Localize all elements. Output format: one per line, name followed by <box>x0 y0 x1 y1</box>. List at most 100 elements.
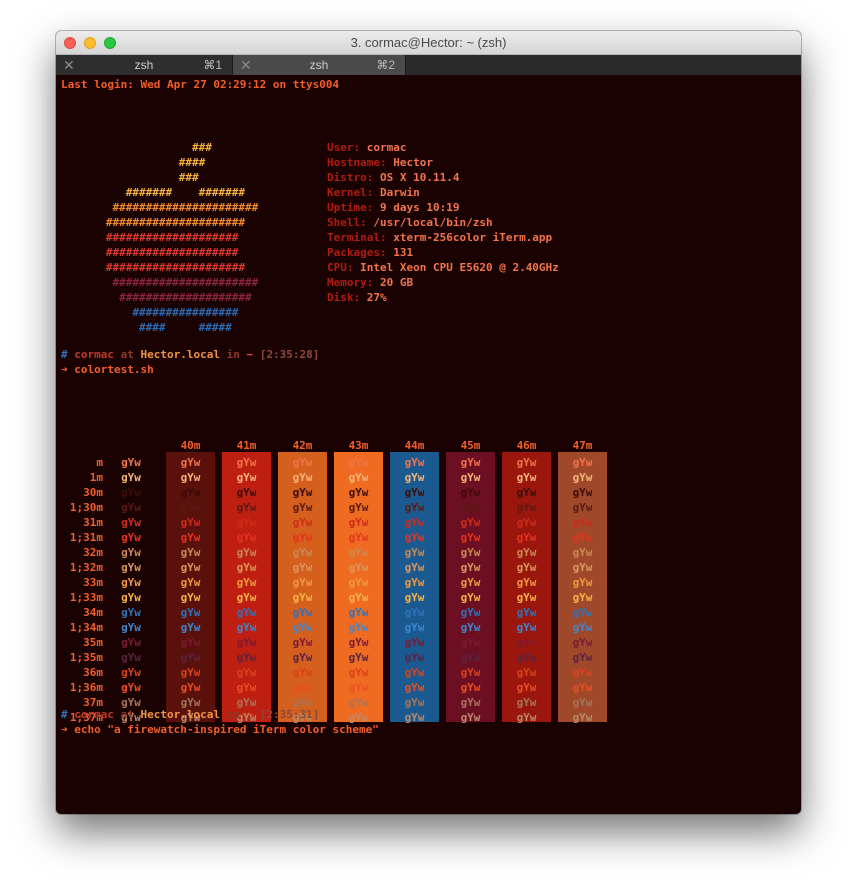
color-sample: gYw <box>348 546 369 559</box>
fg-row-label: 31m <box>83 516 103 529</box>
color-sample: gYw <box>572 681 593 694</box>
sysinfo-value: 20 GB <box>379 276 414 289</box>
color-sample: gYw <box>236 486 257 499</box>
color-sample: gYw <box>121 561 141 574</box>
color-sample: gYw <box>236 651 257 664</box>
prompt-host: Hector.local <box>140 708 220 721</box>
color-sample: gYw <box>404 681 425 694</box>
bg-column-header: 42m <box>292 439 313 452</box>
color-sample: gYw <box>292 681 313 694</box>
color-sample: gYw <box>180 606 201 619</box>
color-sample: gYw <box>236 516 257 529</box>
color-sample: gYw <box>572 531 593 544</box>
title-bar[interactable]: 3. cormac@Hector: ~ (zsh) <box>56 31 801 55</box>
color-sample: gYw <box>292 516 313 529</box>
fg-row-label: 1;31m <box>69 531 103 544</box>
bg-column-header: 46m <box>516 439 537 452</box>
color-sample: gYw <box>180 621 201 634</box>
tab-zsh-1[interactable]: ✕ zsh ⌘1 <box>56 55 233 75</box>
fg-row-label: 1;35m <box>69 651 103 664</box>
color-sample: gYw <box>348 636 369 649</box>
color-sample: gYw <box>572 576 593 589</box>
color-sample: gYw <box>180 516 201 529</box>
color-sample: gYw <box>404 621 425 634</box>
fg-row-label: 36m <box>83 666 103 679</box>
sysinfo-key: CPU: <box>327 261 361 274</box>
sysinfo-row: Packages: 131 <box>327 245 559 260</box>
color-sample: gYw <box>572 486 593 499</box>
tab-zsh-2[interactable]: ✕ zsh ⌘2 <box>233 55 406 75</box>
bg-column-header: 40m <box>180 439 201 452</box>
sysinfo-row: CPU: Intel Xeon CPU E5620 @ 2.40GHz <box>327 260 559 275</box>
ascii-logo-row: ##################### <box>86 216 245 229</box>
color-sample: gYw <box>460 636 481 649</box>
color-sample: gYw <box>292 651 313 664</box>
color-sample: gYw <box>292 531 313 544</box>
tab-bar: ✕ zsh ⌘1 ✕ zsh ⌘2 <box>56 55 801 75</box>
color-sample: gYw <box>516 471 537 484</box>
color-sample: gYw <box>460 516 481 529</box>
fg-row-label: 1m <box>89 471 103 484</box>
terminal-output[interactable]: Last login: Wed Apr 27 02:29:12 on ttys0… <box>56 75 801 814</box>
sysinfo-value: 131 <box>393 246 414 259</box>
tab-shortcut: ⌘2 <box>376 58 395 72</box>
color-sample: gYw <box>460 531 481 544</box>
colortest-output: 40m 41m 42m 43m 44m 45m 46m 47m m gYw gYw gYw gYw gYw… <box>56 424 801 754</box>
color-sample: gYw <box>460 681 481 694</box>
sysinfo-row: Shell: /usr/local/bin/zsh <box>327 215 559 230</box>
fg-row-label: 30m <box>83 486 103 499</box>
color-sample: gYw <box>516 501 537 514</box>
color-sample: gYw <box>516 531 537 544</box>
color-sample: gYw <box>460 696 481 709</box>
system-info: User: cormac Hostname: Hector Distro: OS X… <box>327 140 559 305</box>
ascii-logo-row: ###################### <box>86 201 259 214</box>
color-sample: gYw <box>404 516 425 529</box>
prompt-line-1: # cormac at Hector.local in ~ [2:35:28] <box>61 347 319 362</box>
color-sample: gYw <box>516 546 537 559</box>
fg-row-label: 1;32m <box>69 561 103 574</box>
color-sample: gYw <box>121 681 141 694</box>
fg-row-label: 33m <box>83 576 103 589</box>
color-sample: gYw <box>292 561 313 574</box>
sysinfo-value: cormac <box>366 141 407 154</box>
prompt-user: cormac <box>74 348 114 361</box>
sysinfo-row: Hostname: Hector <box>327 155 559 170</box>
color-sample: gYw <box>180 531 201 544</box>
color-sample: gYw <box>121 666 141 679</box>
ascii-logo-row: #################### <box>86 246 239 259</box>
prompt-in: in <box>226 708 240 721</box>
command-line-2: ➜ echo "a firewatch-inspired iTerm color… <box>61 722 379 737</box>
color-sample: gYw <box>121 591 141 604</box>
color-sample: gYw <box>572 471 593 484</box>
color-sample: gYw <box>180 501 201 514</box>
color-sample: gYw <box>121 636 141 649</box>
color-sample: gYw <box>404 711 425 724</box>
color-sample: gYw <box>348 471 369 484</box>
color-sample: gYw <box>572 666 593 679</box>
color-sample: gYw <box>516 651 537 664</box>
ascii-logo-row: ################ <box>86 306 239 319</box>
last-login-line: Last login: Wed Apr 27 02:29:12 on ttys0… <box>61 78 340 91</box>
color-sample: gYw <box>236 531 257 544</box>
color-sample: gYw <box>348 666 369 679</box>
ascii-logo-row: ####### ####### <box>86 186 245 199</box>
sysinfo-key: Memory: <box>327 276 380 289</box>
color-sample: gYw <box>572 561 593 574</box>
color-sample: gYw <box>516 681 537 694</box>
color-sample: gYw <box>460 546 481 559</box>
color-sample: gYw <box>460 501 481 514</box>
sysinfo-key: Hostname: <box>327 156 394 169</box>
prompt-time: [2:35:28] <box>259 348 320 361</box>
color-sample: gYw <box>236 636 257 649</box>
ascii-logo-row: #################### <box>86 291 252 304</box>
color-sample: gYw <box>516 636 537 649</box>
color-sample: gYw <box>121 651 141 664</box>
ascii-logo-row: ### <box>86 171 199 184</box>
color-sample: gYw <box>236 576 257 589</box>
fg-row-label: 1;36m <box>69 681 103 694</box>
sysinfo-value: /usr/local/bin/zsh <box>373 216 493 229</box>
color-sample: gYw <box>516 516 537 529</box>
color-sample: gYw <box>460 471 481 484</box>
color-sample: gYw <box>516 711 537 724</box>
color-sample: gYw <box>236 591 257 604</box>
